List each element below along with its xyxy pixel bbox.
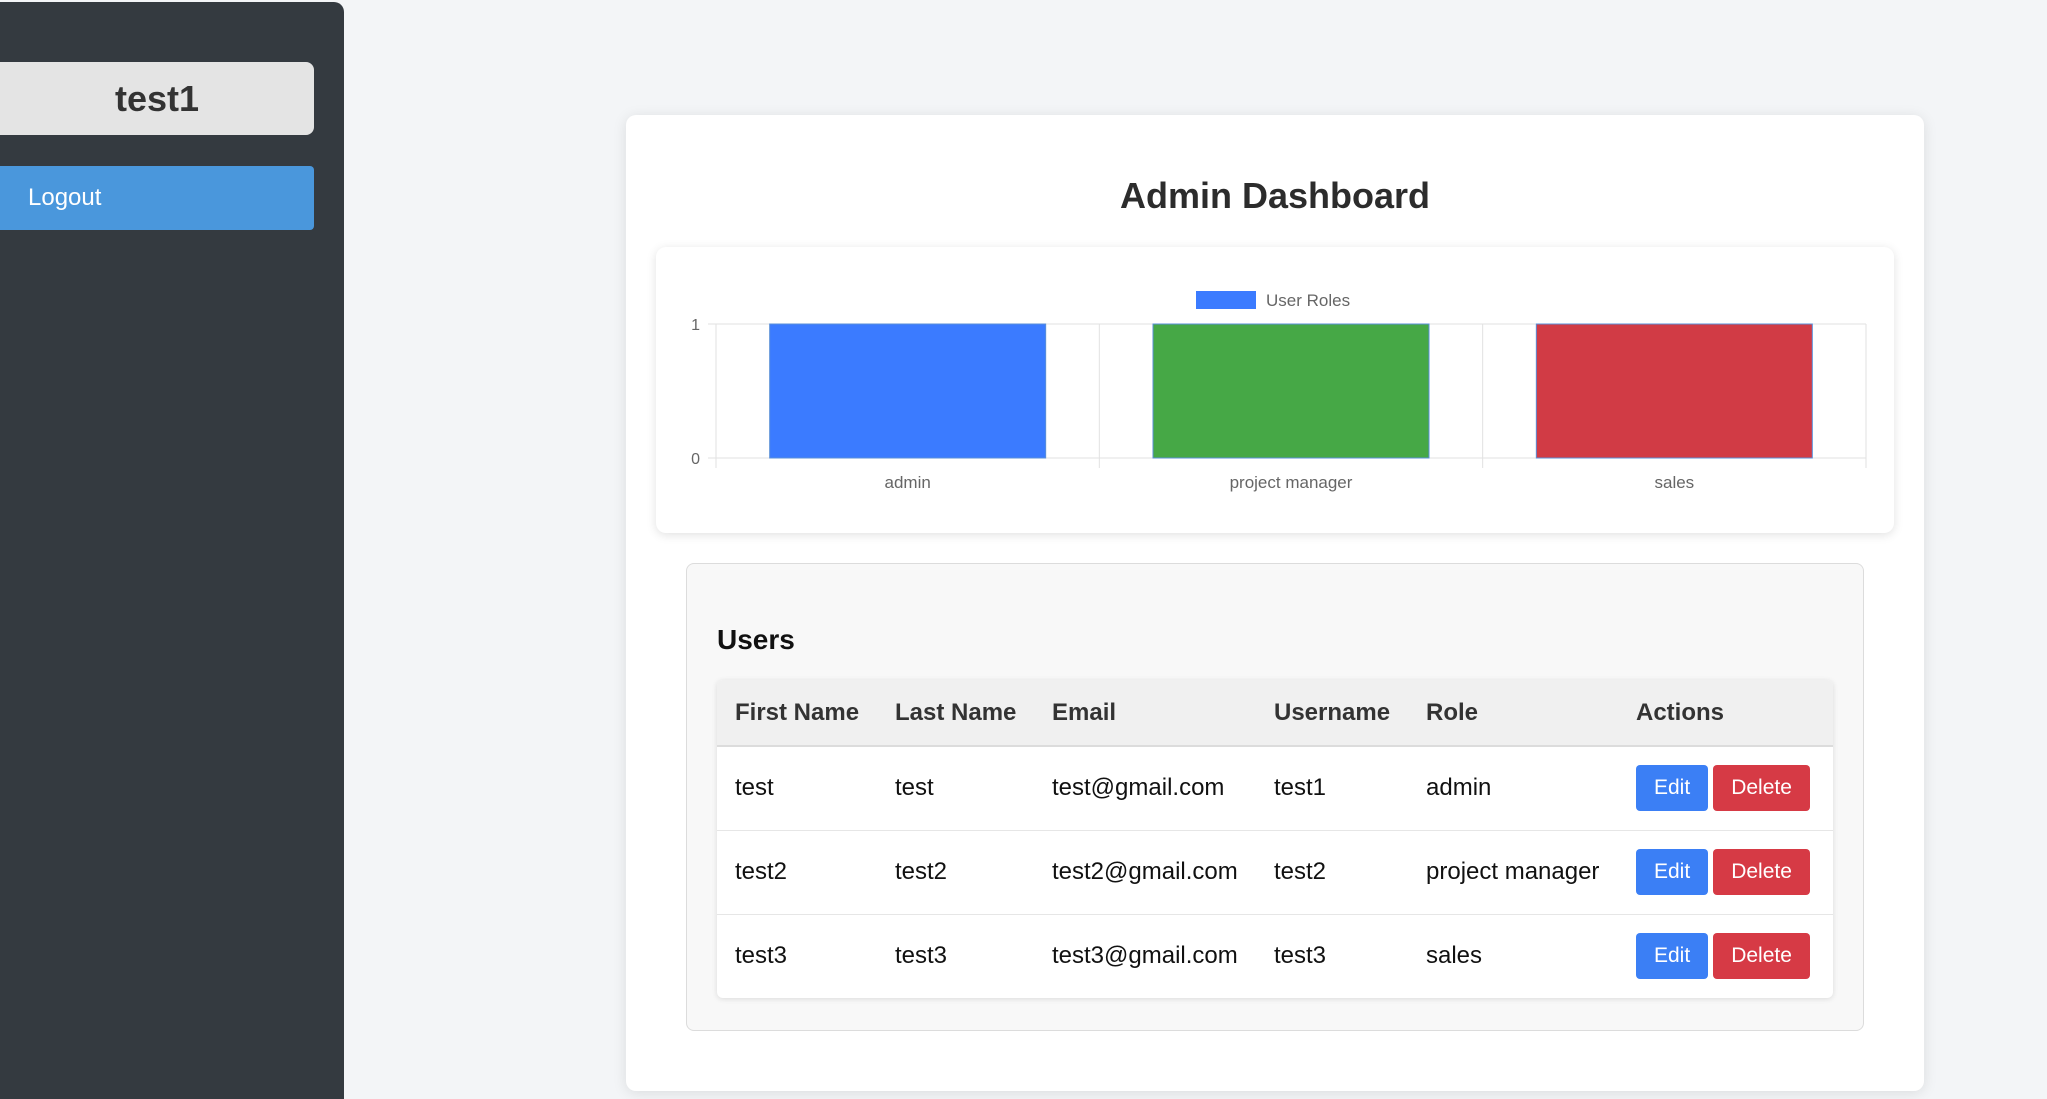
cell-role: admin xyxy=(1408,746,1618,831)
cell-email: test3@gmail.com xyxy=(1052,942,1238,970)
cell-actions: Edit Delete xyxy=(1618,746,1833,831)
x-tick-label: admin xyxy=(885,473,931,492)
delete-button[interactable]: Delete xyxy=(1713,849,1810,895)
logout-button[interactable]: Logout xyxy=(0,166,314,230)
users-title: Users xyxy=(717,624,795,655)
y-tick-label: 1 xyxy=(691,317,700,334)
cell-actions: Edit Delete xyxy=(1618,914,1833,998)
cell-role: sales xyxy=(1426,942,1483,970)
dashboard-card: Admin Dashboard 0 1 admin project manager sa… xyxy=(626,115,1924,1091)
table-row: test test test@gmail.com test1 admin Edi… xyxy=(717,746,1833,831)
edit-button[interactable]: Edit xyxy=(1636,765,1709,812)
sidebar: test1 Logout xyxy=(0,2,344,1099)
delete-button[interactable]: Delete xyxy=(1713,765,1810,812)
edit-button[interactable]: Edit xyxy=(1636,933,1709,980)
sidebar-username: test1 xyxy=(0,62,314,135)
cell-first-name: test xyxy=(717,746,877,831)
cell-email: test@gmail.com xyxy=(1034,746,1256,831)
col-last-name: Last Name xyxy=(877,680,1034,747)
col-username: Username xyxy=(1256,680,1408,747)
bar-chart-svg: 0 1 admin project manager sales User Roles xyxy=(691,291,1867,492)
col-role: Role xyxy=(1408,680,1618,747)
bar-admin xyxy=(769,323,1047,459)
cell-actions: Edit Delete xyxy=(1618,830,1833,915)
delete-button[interactable]: Delete xyxy=(1713,933,1810,980)
cell-username: test2 xyxy=(1256,830,1408,915)
cell-email: test2@gmail.com xyxy=(1034,830,1256,915)
bar-project-manager xyxy=(1152,323,1430,459)
users-table: First Name Last Name Email Username Role… xyxy=(717,680,1833,998)
page-title: Admin Dashboard xyxy=(1119,175,1431,216)
x-tick-label: project manager xyxy=(1230,473,1353,492)
users-panel: Users First Name Last Name Email Usernam… xyxy=(686,563,1864,1031)
users-table-wrap: First Name Last Name Email Username Role… xyxy=(717,680,1833,998)
cell-last-name: test3 xyxy=(895,942,948,970)
legend-swatch xyxy=(1196,291,1256,309)
y-tick-label: 0 xyxy=(691,451,700,468)
col-email: Email xyxy=(1034,680,1256,747)
legend-label: User Roles xyxy=(1266,291,1350,310)
cell-username: test3 xyxy=(1274,942,1327,970)
bar-sales xyxy=(1535,323,1813,459)
col-actions: Actions xyxy=(1618,680,1833,747)
table-header-row: First Name Last Name Email Username Role… xyxy=(717,680,1833,747)
edit-button[interactable]: Edit xyxy=(1636,849,1709,895)
cell-last-name: test xyxy=(877,746,1034,831)
cell-first-name: test2 xyxy=(717,830,877,915)
table-row: test3 test3 test3@gmail.com test3 sales … xyxy=(717,914,1833,998)
cell-last-name: test2 xyxy=(877,830,1034,915)
x-tick-label: sales xyxy=(1654,473,1694,492)
col-first-name: First Name xyxy=(717,680,877,747)
user-roles-chart: 0 1 admin project manager sales User Roles xyxy=(656,247,1894,533)
cell-first-name: test3 xyxy=(735,942,788,970)
table-row: test2 test2 test2@gmail.com test2 projec… xyxy=(717,830,1833,915)
cell-role: project manager xyxy=(1408,830,1618,915)
cell-username: test1 xyxy=(1256,746,1408,831)
